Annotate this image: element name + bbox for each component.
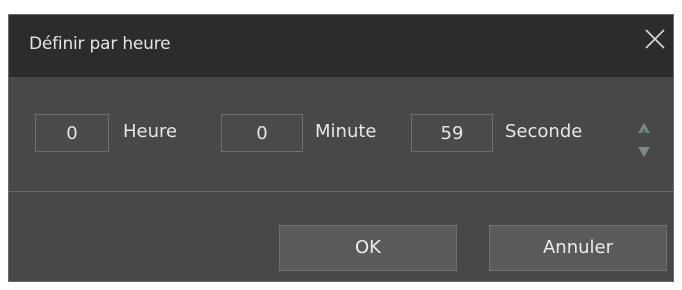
- minutes-label: Minute: [315, 121, 377, 142]
- time-input-row: Heure Minute Seconde: [9, 77, 673, 191]
- separator: [9, 191, 673, 192]
- dialog-titlebar: Définir par heure: [9, 15, 673, 77]
- cancel-button[interactable]: Annuler: [489, 225, 667, 271]
- hours-input[interactable]: [35, 114, 109, 152]
- seconds-label: Seconde: [505, 121, 583, 142]
- hours-label: Heure: [123, 121, 178, 142]
- dialog-title: Définir par heure: [29, 34, 171, 54]
- triangle-up-icon[interactable]: [638, 123, 650, 133]
- triangle-down-icon[interactable]: [638, 147, 650, 157]
- seconds-input[interactable]: [411, 114, 493, 152]
- set-by-time-dialog: Définir par heure Heure Minute Seconde: [8, 14, 674, 282]
- close-button[interactable]: [643, 27, 673, 65]
- close-icon: [643, 27, 673, 51]
- ok-button[interactable]: OK: [279, 225, 457, 271]
- minutes-input[interactable]: [221, 114, 303, 152]
- seconds-spinner[interactable]: [637, 121, 651, 163]
